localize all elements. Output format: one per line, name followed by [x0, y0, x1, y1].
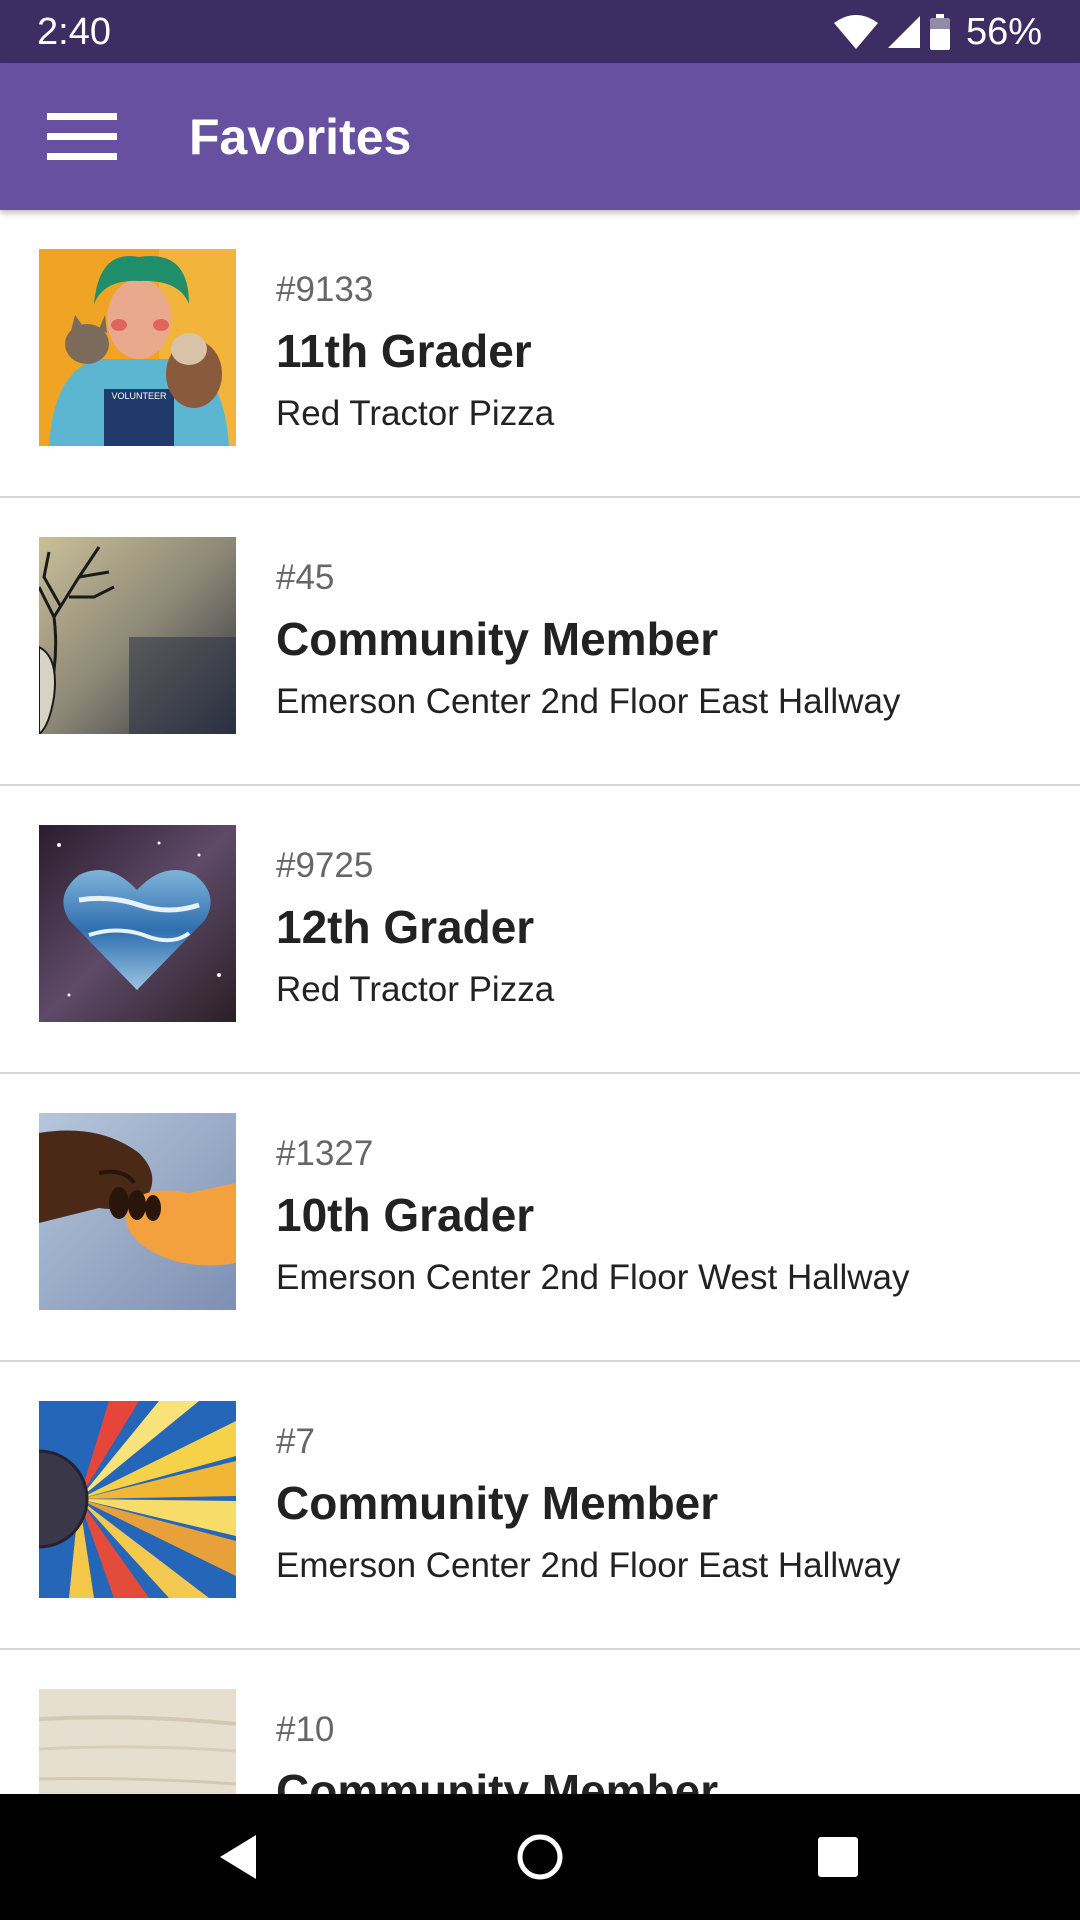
item-id: #45 [276, 558, 335, 597]
system-nav-bar [0, 1794, 1080, 1920]
cell-signal-icon [887, 16, 920, 48]
screen: 2:40 56% Favorites VOLUNTEER #9133 11th … [0, 0, 1080, 1920]
item-location: Red Tractor Pizza [276, 394, 555, 433]
status-bar: 2:40 56% [0, 0, 1080, 63]
status-time: 2:40 [37, 11, 111, 53]
wifi-icon [833, 15, 878, 49]
menu-button[interactable] [36, 99, 126, 174]
item-id: #9133 [276, 270, 374, 309]
artwork-thumbnail [39, 537, 236, 734]
item-title: Community Member [276, 1765, 719, 1794]
artwork-thumbnail [39, 1689, 236, 1794]
battery-icon [929, 14, 950, 50]
battery-percent: 56% [965, 11, 1042, 53]
page-title: Favorites [189, 109, 412, 165]
item-location: Red Tractor Pizza [276, 970, 555, 1009]
item-id: #1327 [276, 1134, 374, 1173]
item-title: Community Member [276, 1477, 719, 1529]
recents-icon [806, 1825, 870, 1889]
item-title: 10th Grader [276, 1189, 535, 1241]
list-item[interactable]: #45 Community Member Emerson Center 2nd … [0, 498, 1080, 786]
status-icons: 56% [833, 10, 1042, 54]
artwork-thumbnail [39, 825, 236, 1022]
item-id: #10 [276, 1710, 335, 1749]
back-icon [208, 1825, 272, 1889]
list-item[interactable]: #9725 12th Grader Red Tractor Pizza [0, 786, 1080, 1074]
list-item[interactable]: #1327 10th Grader Emerson Center 2nd Flo… [0, 1074, 1080, 1362]
item-title: Community Member [276, 613, 719, 665]
list-item[interactable]: #7 Community Member Emerson Center 2nd F… [0, 1362, 1080, 1650]
artwork-thumbnail: VOLUNTEER [39, 249, 236, 446]
item-id: #9725 [276, 846, 374, 885]
artwork-thumbnail [39, 1113, 236, 1310]
artwork-thumbnail [39, 1401, 236, 1598]
favorites-list: VOLUNTEER #9133 11th Grader Red Tractor … [0, 210, 1080, 1794]
back-button[interactable] [208, 1825, 272, 1889]
recents-button[interactable] [806, 1825, 870, 1889]
item-location: Emerson Center 2nd Floor East Hallway [276, 682, 901, 721]
item-title: 11th Grader [276, 325, 532, 377]
thumbnail-lettering: VOLUNTEER [111, 391, 167, 401]
home-button[interactable] [508, 1825, 572, 1889]
list-item[interactable]: VOLUNTEER #9133 11th Grader Red Tractor … [0, 210, 1080, 498]
app-bar: Favorites [0, 63, 1080, 210]
list-item[interactable]: #10 Community Member [0, 1650, 1080, 1794]
item-title: 12th Grader [276, 901, 535, 953]
home-icon [508, 1825, 572, 1889]
item-id: #7 [276, 1422, 315, 1461]
item-location: Emerson Center 2nd Floor West Hallway [276, 1258, 910, 1297]
hamburger-menu-icon [36, 113, 126, 161]
item-location: Emerson Center 2nd Floor East Hallway [276, 1546, 901, 1585]
